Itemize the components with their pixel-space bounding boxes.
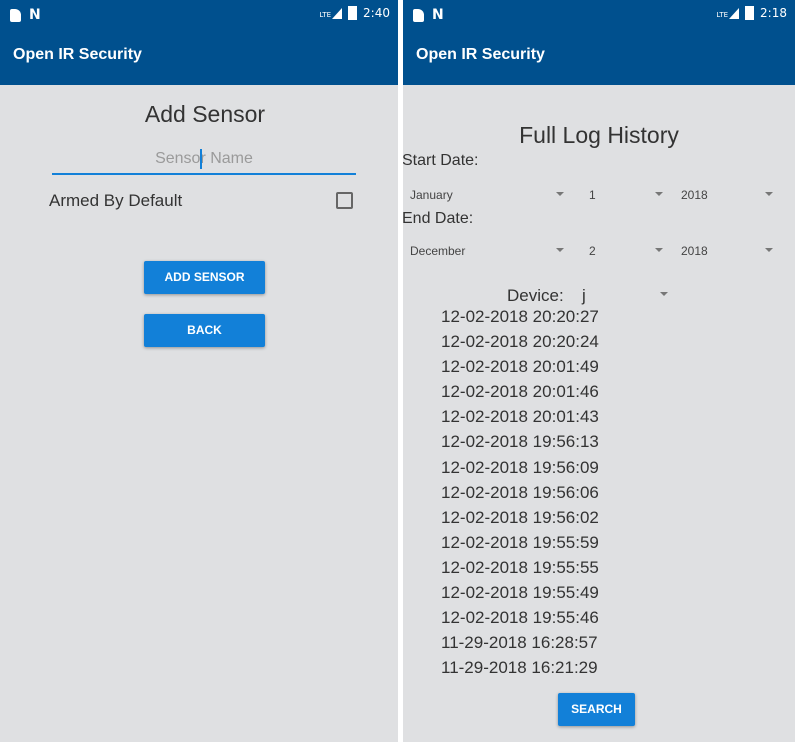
signal-icon	[729, 7, 740, 19]
nfc-icon: N	[432, 7, 444, 23]
sensor-name-placeholder: Sensor Name	[155, 150, 253, 167]
device-label: Device:	[507, 286, 564, 305]
nfc-icon: N	[29, 7, 41, 23]
armed-by-default-label: Armed By Default	[49, 191, 183, 210]
app-bar: Open IR Security	[403, 30, 795, 85]
status-bar: N LTE 2:40	[0, 0, 398, 30]
battery-icon	[348, 6, 358, 20]
text-cursor	[200, 149, 202, 169]
log-entry: 12-02-2018 19:56:02	[441, 507, 599, 527]
lte-signal-icon: LTE	[716, 7, 740, 19]
start-day-value: 1	[589, 188, 596, 202]
log-entry: 12-02-2018 20:01:46	[441, 382, 599, 402]
sensor-name-input[interactable]: Sensor Name	[52, 145, 356, 175]
log-history-screen: N LTE 2:18 Open IR Security Full Log His…	[403, 0, 795, 742]
status-bar: N LTE 2:18	[403, 0, 795, 30]
add-sensor-button[interactable]: ADD SENSOR	[144, 261, 265, 294]
page-title: Full Log History	[519, 122, 679, 148]
dropdown-arrow-icon	[655, 248, 663, 252]
log-entry: 12-02-2018 20:20:24	[441, 332, 599, 352]
network-type-label: LTE	[716, 10, 729, 19]
dropdown-arrow-icon	[556, 248, 564, 252]
start-month-value: January	[410, 188, 453, 202]
log-list: 12-02-2018 20:20:27 12-02-2018 20:20:24 12…	[441, 304, 599, 680]
search-button[interactable]: SEARCH	[558, 693, 635, 726]
log-entry: 12-02-2018 20:01:43	[441, 407, 599, 427]
dropdown-arrow-icon	[765, 248, 773, 252]
device-spinner[interactable]: j	[582, 284, 672, 306]
end-month-value: December	[410, 244, 466, 258]
dropdown-arrow-icon	[660, 292, 668, 296]
log-entry: 12-02-2018 19:55:49	[441, 583, 599, 603]
device-value: j	[582, 286, 586, 305]
sd-card-icon	[413, 8, 424, 22]
start-date-label: Start Date:	[403, 152, 479, 169]
app-bar: Open IR Security	[0, 30, 398, 85]
armed-by-default-checkbox[interactable]	[336, 192, 353, 209]
start-year-spinner[interactable]: 2018	[681, 184, 780, 206]
end-month-spinner[interactable]: December	[410, 240, 565, 262]
dropdown-arrow-icon	[655, 192, 663, 196]
log-entry: 12-02-2018 19:55:55	[441, 557, 599, 577]
log-entry: 11-29-2018 16:28:57	[441, 633, 598, 653]
log-entry: 12-02-2018 19:55:46	[441, 608, 599, 628]
app-title: Open IR Security	[416, 46, 545, 63]
end-day-spinner[interactable]: 2	[589, 240, 665, 262]
start-month-spinner[interactable]: January	[410, 184, 565, 206]
dropdown-arrow-icon	[556, 192, 564, 196]
log-entry: 12-02-2018 20:01:49	[441, 357, 599, 377]
sd-card-icon	[10, 8, 21, 22]
status-time: 2:40	[363, 6, 390, 20]
log-entry: 11-29-2018 16:21:29	[441, 658, 598, 678]
add-sensor-screen: N LTE 2:40 Open IR Security Add Sensor S…	[0, 0, 398, 742]
end-day-value: 2	[589, 244, 596, 258]
log-entry: 12-02-2018 19:55:59	[441, 532, 599, 552]
end-year-value: 2018	[681, 244, 708, 258]
battery-icon	[745, 6, 755, 20]
log-entry: 12-02-2018 20:20:27	[441, 307, 599, 326]
network-type-label: LTE	[319, 10, 332, 19]
start-year-value: 2018	[681, 188, 708, 202]
log-entry: 12-02-2018 19:56:09	[441, 457, 599, 477]
dropdown-arrow-icon	[765, 192, 773, 196]
page-title: Add Sensor	[144, 101, 266, 127]
log-entry: 12-02-2018 19:56:13	[441, 432, 599, 452]
end-date-label: End Date:	[403, 210, 474, 227]
status-time: 2:18	[760, 6, 787, 20]
lte-signal-icon: LTE	[319, 7, 343, 19]
start-day-spinner[interactable]: 1	[589, 184, 665, 206]
back-button[interactable]: BACK	[144, 314, 265, 347]
app-title: Open IR Security	[13, 46, 142, 63]
end-year-spinner[interactable]: 2018	[681, 240, 780, 262]
signal-icon	[332, 7, 343, 19]
log-entry: 12-02-2018 19:56:06	[441, 482, 599, 502]
